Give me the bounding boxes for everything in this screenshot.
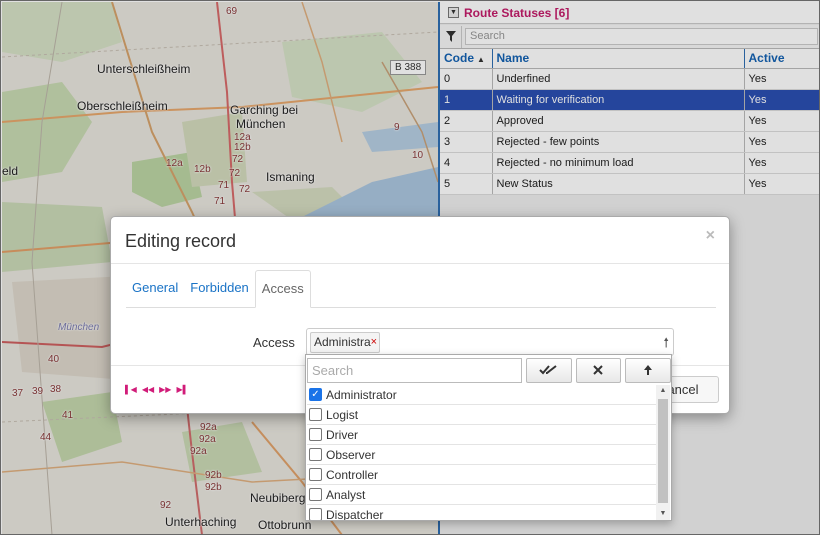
option-label: Administrator [326, 387, 397, 402]
option-label: Controller [326, 467, 379, 482]
dropdown-scrollbar[interactable]: ▲ ▼ [656, 385, 670, 520]
remove-tag-icon[interactable]: × [371, 333, 377, 352]
checkbox-checked[interactable]: ✓ [309, 388, 322, 401]
option-administrator[interactable]: ✓ Administrator [307, 385, 657, 405]
double-check-icon [538, 365, 557, 375]
clear-selection-button[interactable] [575, 357, 622, 383]
tab-forbidden[interactable]: Forbidden [184, 270, 255, 308]
scroll-thumb[interactable] [658, 399, 668, 503]
checkbox[interactable] [309, 448, 322, 461]
option-controller[interactable]: Controller [307, 465, 657, 485]
select-all-button[interactable] [525, 357, 572, 383]
checkbox[interactable] [309, 488, 322, 501]
dialog-title: Editing record [125, 231, 237, 251]
dropdown-toolbar: Search [306, 355, 672, 385]
option-driver[interactable]: Driver [307, 425, 657, 445]
arrow-up-icon [644, 365, 653, 375]
first-record-icon[interactable]: ▌◀ [125, 385, 137, 394]
option-label: Analyst [326, 487, 366, 502]
tab-general[interactable]: General [126, 270, 184, 308]
dialog-tabs: General Forbidden Access [126, 270, 716, 308]
arrow-up-icon[interactable]: 🠕 [663, 334, 669, 356]
checkbox[interactable] [309, 508, 322, 520]
divider [111, 263, 729, 264]
option-logist[interactable]: Logist [307, 405, 657, 425]
tab-access[interactable]: Access [254, 270, 311, 308]
close-icon[interactable]: × [706, 227, 715, 245]
checkbox[interactable] [309, 468, 322, 481]
option-label: Dispatcher [326, 507, 384, 521]
collapse-dropdown-button[interactable] [625, 357, 672, 383]
access-field-label: Access [253, 335, 295, 350]
x-icon [593, 365, 604, 375]
option-label: Observer [326, 447, 376, 462]
scroll-up-icon[interactable]: ▲ [656, 385, 670, 397]
next-record-icon[interactable]: ▶▶ [159, 385, 171, 394]
checkbox[interactable] [309, 408, 322, 421]
dropdown-search-input[interactable]: Search [307, 357, 522, 383]
scroll-down-icon[interactable]: ▼ [656, 508, 670, 520]
option-label: Driver [326, 427, 358, 442]
access-multiselect[interactable]: Administra × 🠕 [306, 328, 674, 356]
record-pager: ▌◀ ◀◀ ▶▶ ▶▌ [125, 385, 188, 394]
checkbox[interactable] [309, 428, 322, 441]
access-dropdown: Search ✓ Administrator Logist Driver Obse… [305, 354, 672, 521]
option-dispatcher[interactable]: Dispatcher [307, 505, 657, 520]
option-label: Logist [326, 407, 359, 422]
prev-record-icon[interactable]: ◀◀ [142, 385, 154, 394]
tag-label: Administra [314, 335, 371, 349]
option-analyst[interactable]: Analyst [307, 485, 657, 505]
selected-tag: Administra × [310, 332, 380, 353]
option-observer[interactable]: Observer [307, 445, 657, 465]
last-record-icon[interactable]: ▶▌ [176, 385, 188, 394]
dropdown-options: ✓ Administrator Logist Driver Observer Co… [307, 385, 657, 520]
app-frame: Unterschleißheim Oberschleißheim Garchin… [0, 0, 820, 535]
